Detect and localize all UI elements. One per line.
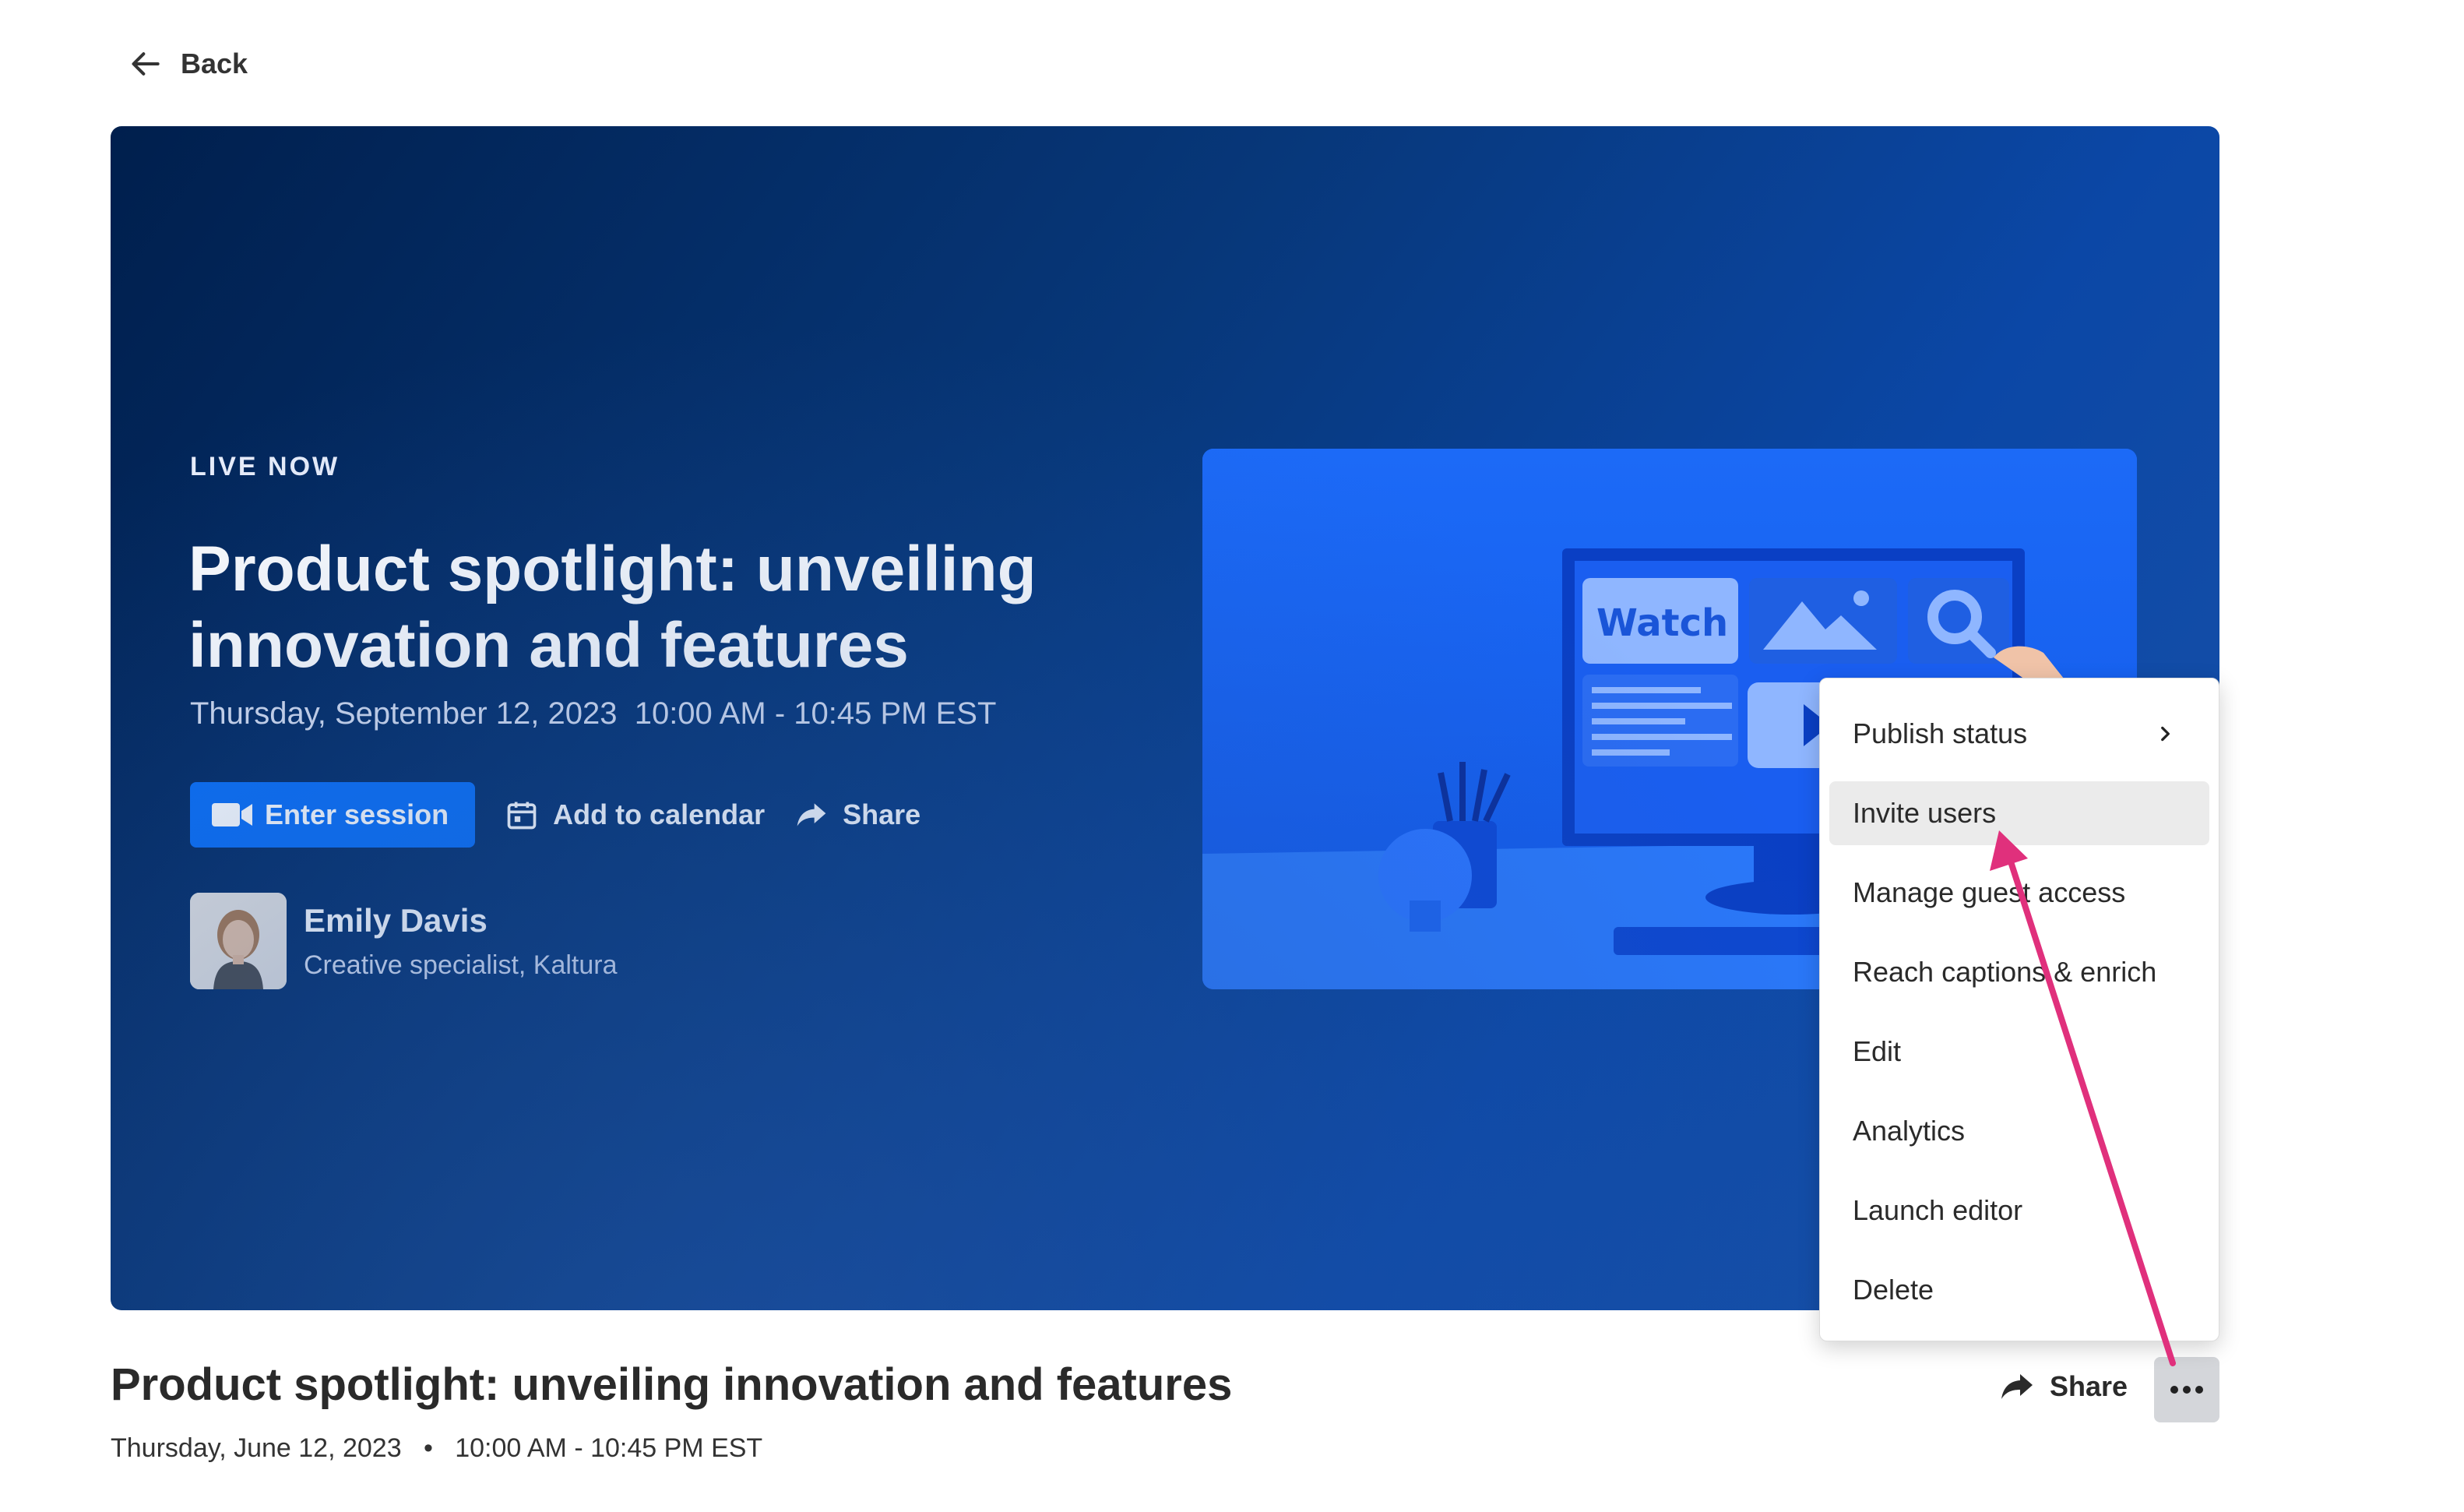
back-label: Back: [181, 48, 248, 79]
share-arrow-icon: [2001, 1374, 2033, 1399]
svg-text:Watch: Watch: [1596, 601, 1728, 645]
actions-dropdown-menu: Publish status Invite users Manage guest…: [1819, 678, 2219, 1341]
menu-item-label: Reach captions & enrich: [1853, 956, 2157, 988]
menu-item-edit[interactable]: Edit: [1820, 1012, 2219, 1091]
enter-session-label: Enter session: [265, 798, 449, 830]
presenter-info: Emily Davis Creative specialist, Kaltura: [304, 902, 618, 981]
hero-actions: Enter session Add to calendar Share: [190, 782, 920, 848]
add-to-calendar-button[interactable]: Add to calendar: [505, 798, 765, 832]
hero-title: Product spotlight: unveiling innovation …: [188, 534, 1037, 681]
menu-item-label: Manage guest access: [1853, 876, 2126, 908]
menu-item-reach-captions[interactable]: Reach captions & enrich: [1820, 932, 2219, 1012]
presenter-photo: [190, 893, 287, 989]
calendar-icon: [507, 802, 537, 830]
menu-item-label: Analytics: [1853, 1115, 1966, 1147]
more-dot-icon: [2170, 1386, 2178, 1394]
hero-share-label: Share: [843, 798, 921, 830]
enter-session-button[interactable]: Enter session: [190, 782, 476, 848]
avatar[interactable]: [190, 893, 287, 989]
hero-date-time: Thursday, September 12, 2023 10:00 AM - …: [190, 696, 997, 731]
menu-item-manage-guest-access[interactable]: Manage guest access: [1820, 853, 2219, 932]
menu-item-invite-users[interactable]: Invite users: [1829, 781, 2209, 845]
entry-date: Thursday, June 12, 2023: [111, 1433, 402, 1463]
presenter-card: Emily Davis Creative specialist, Kaltura: [190, 893, 618, 989]
entry-time: 10:00 AM - 10:45 PM EST: [455, 1433, 763, 1463]
menu-item-analytics[interactable]: Analytics: [1820, 1091, 2219, 1171]
entry-separator: •: [423, 1433, 433, 1463]
more-dot-icon: [2195, 1386, 2203, 1394]
entry-title: Product spotlight: unveiling innovation …: [111, 1359, 1233, 1410]
entry-date-line: Thursday, June 12, 2023 • 10:00 AM - 10:…: [111, 1433, 762, 1464]
entry-share-label: Share: [2050, 1370, 2128, 1402]
back-link[interactable]: Back: [129, 41, 248, 87]
menu-item-label: Edit: [1853, 1035, 1902, 1067]
menu-item-label: Publish status: [1853, 717, 2028, 749]
entry-share-button[interactable]: Share: [1998, 1368, 2128, 1405]
video-camera-icon: [212, 803, 252, 826]
chevron-right-icon: [2161, 726, 2170, 742]
menu-item-delete[interactable]: Delete: [1820, 1250, 2219, 1330]
more-dot-icon: [2183, 1386, 2191, 1394]
menu-item-launch-editor[interactable]: Launch editor: [1820, 1171, 2219, 1250]
presenter-role: Creative specialist, Kaltura: [304, 950, 618, 980]
menu-item-publish-status[interactable]: Publish status: [1820, 694, 2219, 774]
menu-item-label: Invite users: [1853, 797, 1997, 829]
hero-share-button[interactable]: Share: [794, 798, 920, 832]
share-arrow-icon: [797, 803, 826, 826]
menu-item-label: Launch editor: [1853, 1194, 2023, 1226]
menu-item-label: Delete: [1853, 1274, 1934, 1306]
live-status-label: LIVE NOW: [190, 452, 340, 481]
more-actions-button[interactable]: [2154, 1357, 2219, 1422]
add-to-calendar-label: Add to calendar: [553, 798, 766, 830]
presenter-name: Emily Davis: [304, 901, 488, 939]
arrow-left-icon: [132, 52, 160, 76]
